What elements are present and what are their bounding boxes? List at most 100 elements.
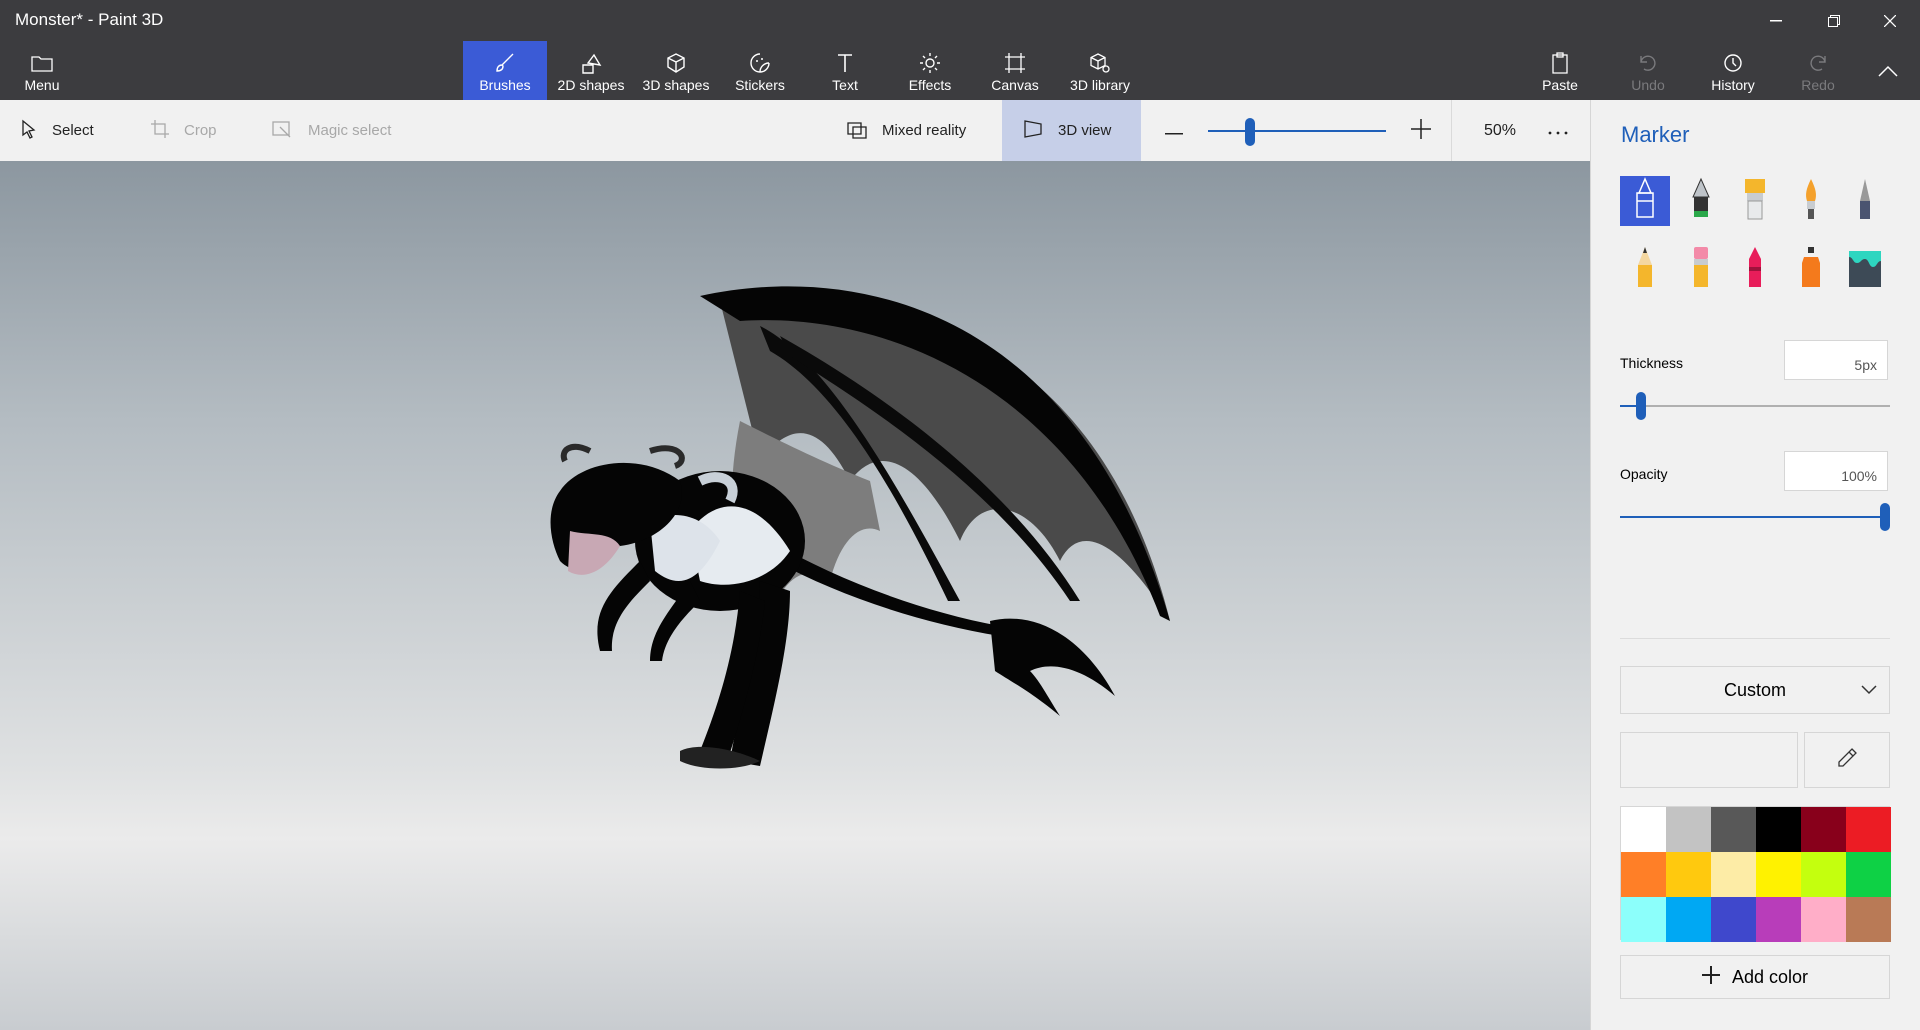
plus-icon [1701, 965, 1720, 989]
add-color-button[interactable]: Add color [1620, 955, 1890, 999]
tab-stickers[interactable]: Stickers [722, 41, 798, 100]
ellipsis-icon [1548, 122, 1568, 139]
tab-3d-library[interactable]: 3D library [1062, 41, 1138, 100]
sticker-icon [748, 49, 772, 77]
color-swatch[interactable] [1756, 897, 1801, 942]
mixed-reality-label: Mixed reality [882, 122, 967, 139]
opacity-slider-fill [1620, 516, 1885, 518]
oil-brush-icon [1740, 177, 1770, 226]
color-swatch[interactable] [1621, 897, 1666, 942]
redo-button[interactable]: Redo [1790, 41, 1846, 100]
thickness-slider[interactable] [1620, 405, 1890, 407]
brush-icon [493, 49, 517, 77]
more-options-button[interactable] [1548, 100, 1568, 161]
mixed-reality-icon [846, 119, 868, 143]
undo-button[interactable]: Undo [1620, 41, 1676, 100]
monster-model[interactable] [0, 161, 1590, 1030]
tab-2d-shapes-label: 2D shapes [557, 77, 625, 93]
color-swatch[interactable] [1621, 852, 1666, 897]
fill-bucket-icon [1847, 245, 1883, 294]
history-button[interactable]: History [1700, 41, 1766, 100]
color-swatch[interactable] [1621, 807, 1666, 852]
tab-canvas-label: Canvas [991, 77, 1039, 93]
title-ribbon-bar: Monster* - Paint 3D Menu Brushes 2D shap… [0, 0, 1920, 100]
tab-brushes[interactable]: Brushes [463, 41, 547, 100]
select-button[interactable]: Select [20, 100, 94, 161]
marker-icon [1630, 176, 1660, 226]
color-swatch[interactable] [1711, 807, 1756, 852]
magic-select-button[interactable]: Magic select [272, 100, 391, 161]
current-color-preview [1620, 732, 1798, 788]
fill-brush[interactable] [1840, 244, 1890, 294]
paste-label: Paste [1542, 77, 1578, 93]
color-swatch[interactable] [1846, 852, 1891, 897]
oil-brush[interactable] [1730, 176, 1780, 226]
pixel-pen-icon [1850, 177, 1880, 226]
eyedropper-button[interactable] [1804, 732, 1890, 788]
zoom-in-button[interactable] [1411, 100, 1431, 161]
menu-button[interactable]: Menu [14, 41, 70, 100]
zoom-percent: 50% [1484, 121, 1517, 139]
color-swatch[interactable] [1711, 897, 1756, 942]
opacity-slider-thumb[interactable] [1880, 503, 1890, 531]
color-swatch[interactable] [1846, 807, 1891, 852]
color-swatch[interactable] [1756, 852, 1801, 897]
restore-button[interactable] [1806, 4, 1862, 38]
tab-effects[interactable]: Effects [893, 41, 967, 100]
tab-brushes-label: Brushes [479, 77, 531, 93]
crop-button[interactable]: Crop [150, 100, 217, 161]
mixed-reality-button[interactable]: Mixed reality [846, 100, 966, 161]
eyedropper-icon [1836, 747, 1858, 774]
3d-library-icon [1088, 49, 1112, 77]
zoom-slider-thumb[interactable] [1245, 118, 1255, 146]
opacity-input[interactable] [1784, 451, 1888, 491]
color-swatch[interactable] [1711, 852, 1756, 897]
menu-label: Menu [24, 77, 60, 93]
paste-button[interactable]: Paste [1532, 41, 1588, 100]
watercolor-brush[interactable] [1786, 176, 1836, 226]
canvas-icon [1003, 49, 1027, 77]
chevron-down-icon [1861, 679, 1877, 700]
tab-canvas[interactable]: Canvas [978, 41, 1052, 100]
color-swatch[interactable] [1756, 807, 1801, 852]
zoom-slider[interactable] [1208, 130, 1386, 132]
tab-text-label: Text [832, 77, 858, 93]
close-button[interactable] [1862, 4, 1918, 38]
color-swatch[interactable] [1666, 852, 1711, 897]
thickness-slider-thumb[interactable] [1636, 392, 1646, 420]
toolbar-divider [1451, 100, 1452, 161]
magic-select-icon [272, 119, 294, 143]
color-mode-dropdown[interactable]: Custom [1620, 666, 1890, 714]
pixel-pen-brush[interactable] [1840, 176, 1890, 226]
tab-3d-shapes[interactable]: 3D shapes [636, 41, 716, 100]
3d-canvas[interactable] [0, 161, 1590, 1030]
crayon-brush[interactable] [1730, 244, 1780, 294]
eraser-icon [1686, 245, 1716, 294]
select-label: Select [52, 122, 94, 139]
color-swatch[interactable] [1846, 897, 1891, 942]
history-icon [1722, 49, 1744, 77]
magic-select-label: Magic select [308, 122, 392, 139]
minus-icon [1165, 122, 1183, 139]
color-swatch[interactable] [1666, 897, 1711, 942]
clipboard-icon [1549, 49, 1571, 77]
cube-icon [664, 49, 688, 77]
calligraphy-pen-brush[interactable] [1676, 176, 1726, 226]
minimize-button[interactable] [1748, 4, 1804, 38]
collapse-ribbon-button[interactable] [1864, 41, 1912, 100]
marker-brush[interactable] [1620, 176, 1670, 226]
color-swatch[interactable] [1801, 807, 1846, 852]
thickness-input[interactable] [1784, 340, 1888, 380]
pencil-brush[interactable] [1620, 244, 1670, 294]
tab-effects-label: Effects [908, 77, 952, 93]
color-swatch[interactable] [1801, 852, 1846, 897]
crayon-icon [1740, 245, 1770, 294]
tab-2d-shapes[interactable]: 2D shapes [551, 41, 631, 100]
3d-view-button[interactable]: 3D view [1002, 100, 1142, 161]
color-swatch[interactable] [1666, 807, 1711, 852]
color-swatch[interactable] [1801, 897, 1846, 942]
zoom-out-button[interactable] [1165, 100, 1183, 161]
eraser-brush[interactable] [1676, 244, 1726, 294]
tab-text[interactable]: Text [808, 41, 882, 100]
spray-can-brush[interactable] [1786, 244, 1836, 294]
